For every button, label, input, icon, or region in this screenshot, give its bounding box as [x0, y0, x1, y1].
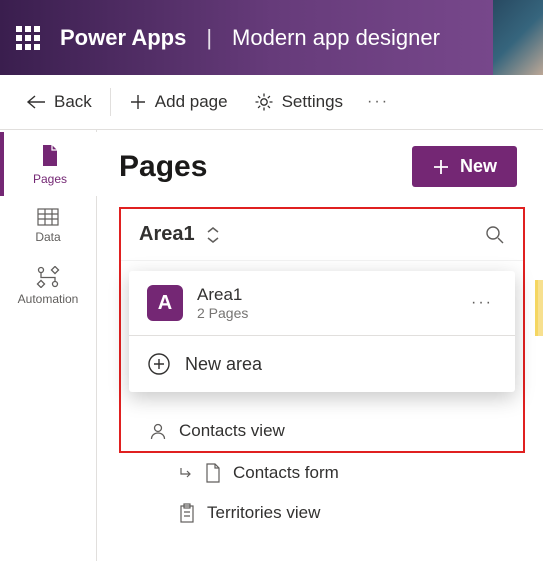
- new-button-label: New: [460, 156, 497, 177]
- sort-icon: [205, 226, 221, 244]
- circle-plus-icon: [147, 352, 171, 376]
- tree-label: Territories view: [207, 503, 320, 523]
- area-header-label: Area1: [139, 223, 195, 246]
- main-panel: Pages New Area1 A Area1 2 Pages: [97, 130, 543, 561]
- person-icon: [149, 422, 167, 440]
- form-icon: [205, 463, 221, 483]
- new-area-button[interactable]: New area: [129, 336, 515, 392]
- header-divider: |: [206, 25, 212, 51]
- page-tree: Contacts view: [121, 411, 523, 451]
- app-title: Power Apps: [60, 25, 186, 51]
- clipboard-icon: [179, 503, 195, 523]
- plus-icon: [432, 158, 450, 176]
- search-icon[interactable]: [485, 225, 505, 245]
- new-area-label: New area: [185, 354, 262, 375]
- tree-item-contacts-form[interactable]: Contacts form: [147, 453, 525, 493]
- area-more-icon[interactable]: ···: [467, 294, 497, 312]
- rail-pages[interactable]: Pages: [0, 132, 97, 196]
- canvas-edge: [535, 280, 543, 336]
- back-arrow-icon: [26, 94, 46, 110]
- settings-label: Settings: [282, 92, 343, 112]
- plus-icon: [129, 93, 147, 111]
- new-button[interactable]: New: [412, 146, 517, 187]
- tree-label: Contacts view: [179, 421, 285, 441]
- toolbar-sep: [110, 88, 111, 116]
- flow-icon: [36, 266, 60, 288]
- area-dropdown-header[interactable]: Area1: [121, 209, 523, 261]
- rail-data[interactable]: Data: [0, 196, 97, 254]
- area-option-title: Area1: [197, 285, 248, 305]
- subitem-icon: [179, 466, 193, 480]
- table-icon: [37, 208, 59, 226]
- tree-item-contacts-view[interactable]: Contacts view: [149, 411, 523, 451]
- gear-icon: [254, 92, 274, 112]
- header-subtitle: Modern app designer: [232, 25, 440, 51]
- rail-automation-label: Automation: [18, 292, 79, 306]
- toolbar-overflow[interactable]: ···: [357, 87, 399, 117]
- add-page-button[interactable]: Add page: [117, 86, 240, 118]
- app-launcher-icon[interactable]: [16, 26, 40, 50]
- toolbar: Back Add page Settings ···: [0, 75, 543, 130]
- tree-label: Contacts form: [233, 463, 339, 483]
- rail-pages-label: Pages: [33, 172, 67, 186]
- back-label: Back: [54, 92, 92, 112]
- app-header: Power Apps | Modern app designer: [0, 0, 543, 75]
- area-option-subtitle: 2 Pages: [197, 305, 248, 321]
- back-button[interactable]: Back: [14, 86, 104, 118]
- area-badge: A: [147, 285, 183, 321]
- page-icon: [40, 144, 60, 168]
- tree-item-territories-view[interactable]: Territories view: [147, 493, 525, 533]
- area-selector-highlight: Area1 A Area1 2 Pages ··· New are: [119, 207, 525, 453]
- area-option[interactable]: A Area1 2 Pages ···: [129, 271, 515, 335]
- page-title: Pages: [119, 150, 207, 184]
- left-rail: Pages Data Automation: [0, 130, 97, 561]
- area-dropdown-popup: A Area1 2 Pages ··· New area: [129, 271, 515, 392]
- settings-button[interactable]: Settings: [242, 86, 355, 118]
- add-page-label: Add page: [155, 92, 228, 112]
- rail-automation[interactable]: Automation: [0, 254, 97, 316]
- rail-data-label: Data: [35, 230, 60, 244]
